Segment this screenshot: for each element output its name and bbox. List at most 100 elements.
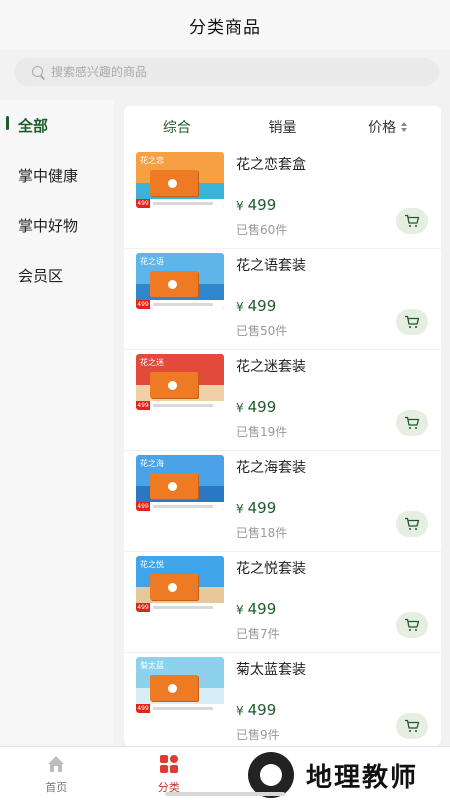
home-indicator <box>165 792 285 796</box>
add-to-cart-button[interactable] <box>396 612 428 638</box>
product-box <box>150 372 198 398</box>
thumb-label: 花之悦 <box>140 560 164 569</box>
thumb-label: 花之语 <box>140 257 164 266</box>
sold-count: 已售60件 <box>236 223 288 237</box>
product-box <box>150 574 198 600</box>
price-value: 499 <box>247 297 277 315</box>
category-icon <box>158 753 180 775</box>
add-to-cart-button[interactable] <box>396 208 428 234</box>
cart-icon <box>405 416 420 429</box>
add-to-cart-button[interactable] <box>396 511 428 537</box>
product-list: 花之恋 花之恋套盒 ¥499 已售60件 花之语 花之语套装 ¥499 已售50… <box>124 148 441 746</box>
sidebar-item-member[interactable]: 会员区 <box>0 250 114 300</box>
sold-count: 已售9件 <box>236 728 280 742</box>
list-item[interactable]: 花之恋 花之恋套盒 ¥499 已售60件 <box>124 148 441 249</box>
sort-bar: 综合 销量 价格 <box>124 106 441 148</box>
price-value: 499 <box>247 196 277 214</box>
tab-label: 首页 <box>45 780 68 794</box>
sidebar-item-label: 掌中好物 <box>18 216 79 235</box>
product-name[interactable]: 花之恋套盒 <box>236 154 306 174</box>
add-to-cart-button[interactable] <box>396 713 428 739</box>
product-thumbnail[interactable]: 菊太蓝 <box>136 657 224 713</box>
cart-icon <box>405 315 420 328</box>
sort-label: 销量 <box>268 120 297 136</box>
product-box <box>150 675 198 701</box>
sold-count: 已售19件 <box>236 425 288 439</box>
currency-symbol: ¥ <box>236 704 244 718</box>
thumb-price-tag <box>136 300 224 309</box>
sidebar-item-label: 掌中健康 <box>18 166 79 185</box>
currency-symbol: ¥ <box>236 300 244 314</box>
tab-home[interactable]: 首页 <box>0 747 113 800</box>
currency-symbol: ¥ <box>236 502 244 516</box>
list-item[interactable]: 花之悦 花之悦套装 ¥499 已售7件 <box>124 552 441 653</box>
product-name[interactable]: 花之海套装 <box>236 457 306 477</box>
thumb-price-tag <box>136 199 224 208</box>
list-item[interactable]: 花之语 花之语套装 ¥499 已售50件 <box>124 249 441 350</box>
thumb-label: 菊太蓝 <box>140 661 164 670</box>
sort-label: 价格 <box>368 120 397 136</box>
list-item[interactable]: 花之迷 花之迷套装 ¥499 已售19件 <box>124 350 441 451</box>
price-value: 499 <box>247 600 277 618</box>
thumb-label: 花之迷 <box>140 358 164 367</box>
cart-icon <box>405 719 420 732</box>
thumb-price-tag <box>136 603 224 612</box>
add-to-cart-button[interactable] <box>396 309 428 335</box>
page-title: 分类商品 <box>189 17 261 38</box>
product-price: ¥499 <box>236 701 276 719</box>
sold-count: 已售18件 <box>236 526 288 540</box>
sort-label: 综合 <box>162 120 191 136</box>
product-thumbnail[interactable]: 花之迷 <box>136 354 224 410</box>
product-price: ¥499 <box>236 196 276 214</box>
search-icon <box>32 65 45 79</box>
sort-price-tab[interactable]: 价格 <box>335 117 441 137</box>
watermark-text: 地理教师 <box>306 762 419 793</box>
product-thumbnail[interactable]: 花之语 <box>136 253 224 309</box>
price-value: 499 <box>247 499 277 517</box>
product-thumbnail[interactable]: 花之恋 <box>136 152 224 208</box>
search-input[interactable] <box>51 65 431 79</box>
sidebar-item-label: 全部 <box>18 116 49 135</box>
sidebar-item-all[interactable]: 全部 <box>0 100 114 150</box>
product-thumbnail[interactable]: 花之海 <box>136 455 224 511</box>
sold-count: 已售50件 <box>236 324 288 338</box>
list-item[interactable]: 花之海 花之海套装 ¥499 已售18件 <box>124 451 441 552</box>
price-value: 499 <box>247 398 277 416</box>
add-to-cart-button[interactable] <box>396 410 428 436</box>
product-name[interactable]: 菊太蓝套装 <box>236 659 306 679</box>
product-name[interactable]: 花之迷套装 <box>236 356 306 376</box>
list-item[interactable]: 菊太蓝 菊太蓝套装 ¥499 已售9件 <box>124 653 441 746</box>
sidebar-item-health[interactable]: 掌中健康 <box>0 150 114 200</box>
sort-comprehensive-tab[interactable]: 综合 <box>124 117 230 137</box>
search-bar[interactable] <box>14 58 439 86</box>
product-box <box>150 473 198 499</box>
price-value: 499 <box>247 701 277 719</box>
sold-count: 已售7件 <box>236 627 280 641</box>
thumb-label: 花之海 <box>140 459 164 468</box>
currency-symbol: ¥ <box>236 401 244 415</box>
product-price: ¥499 <box>236 297 276 315</box>
thumb-label: 花之恋 <box>140 156 164 165</box>
thumb-price-tag <box>136 704 224 713</box>
product-thumbnail[interactable]: 花之悦 <box>136 556 224 612</box>
category-sidebar: 全部 掌中健康 掌中好物 会员区 <box>0 100 114 745</box>
cart-icon <box>405 214 420 227</box>
product-name[interactable]: 花之悦套装 <box>236 558 306 578</box>
thumb-price-tag <box>136 401 224 410</box>
product-price: ¥499 <box>236 600 276 618</box>
product-price: ¥499 <box>236 499 276 517</box>
header: 分类商品 <box>0 0 450 50</box>
product-panel: 综合 销量 价格 花之恋 花之恋套盒 ¥499 已售60件 花之语 花之语套装 … <box>124 106 441 746</box>
cart-icon <box>405 517 420 530</box>
sidebar-item-goods[interactable]: 掌中好物 <box>0 200 114 250</box>
sort-arrows-icon <box>400 122 408 132</box>
currency-symbol: ¥ <box>236 199 244 213</box>
currency-symbol: ¥ <box>236 603 244 617</box>
sort-sales-tab[interactable]: 销量 <box>230 117 336 137</box>
sidebar-item-label: 会员区 <box>18 266 64 285</box>
product-price: ¥499 <box>236 398 276 416</box>
product-name[interactable]: 花之语套装 <box>236 255 306 275</box>
product-box <box>150 271 198 297</box>
home-icon <box>45 753 67 775</box>
cart-icon <box>405 618 420 631</box>
